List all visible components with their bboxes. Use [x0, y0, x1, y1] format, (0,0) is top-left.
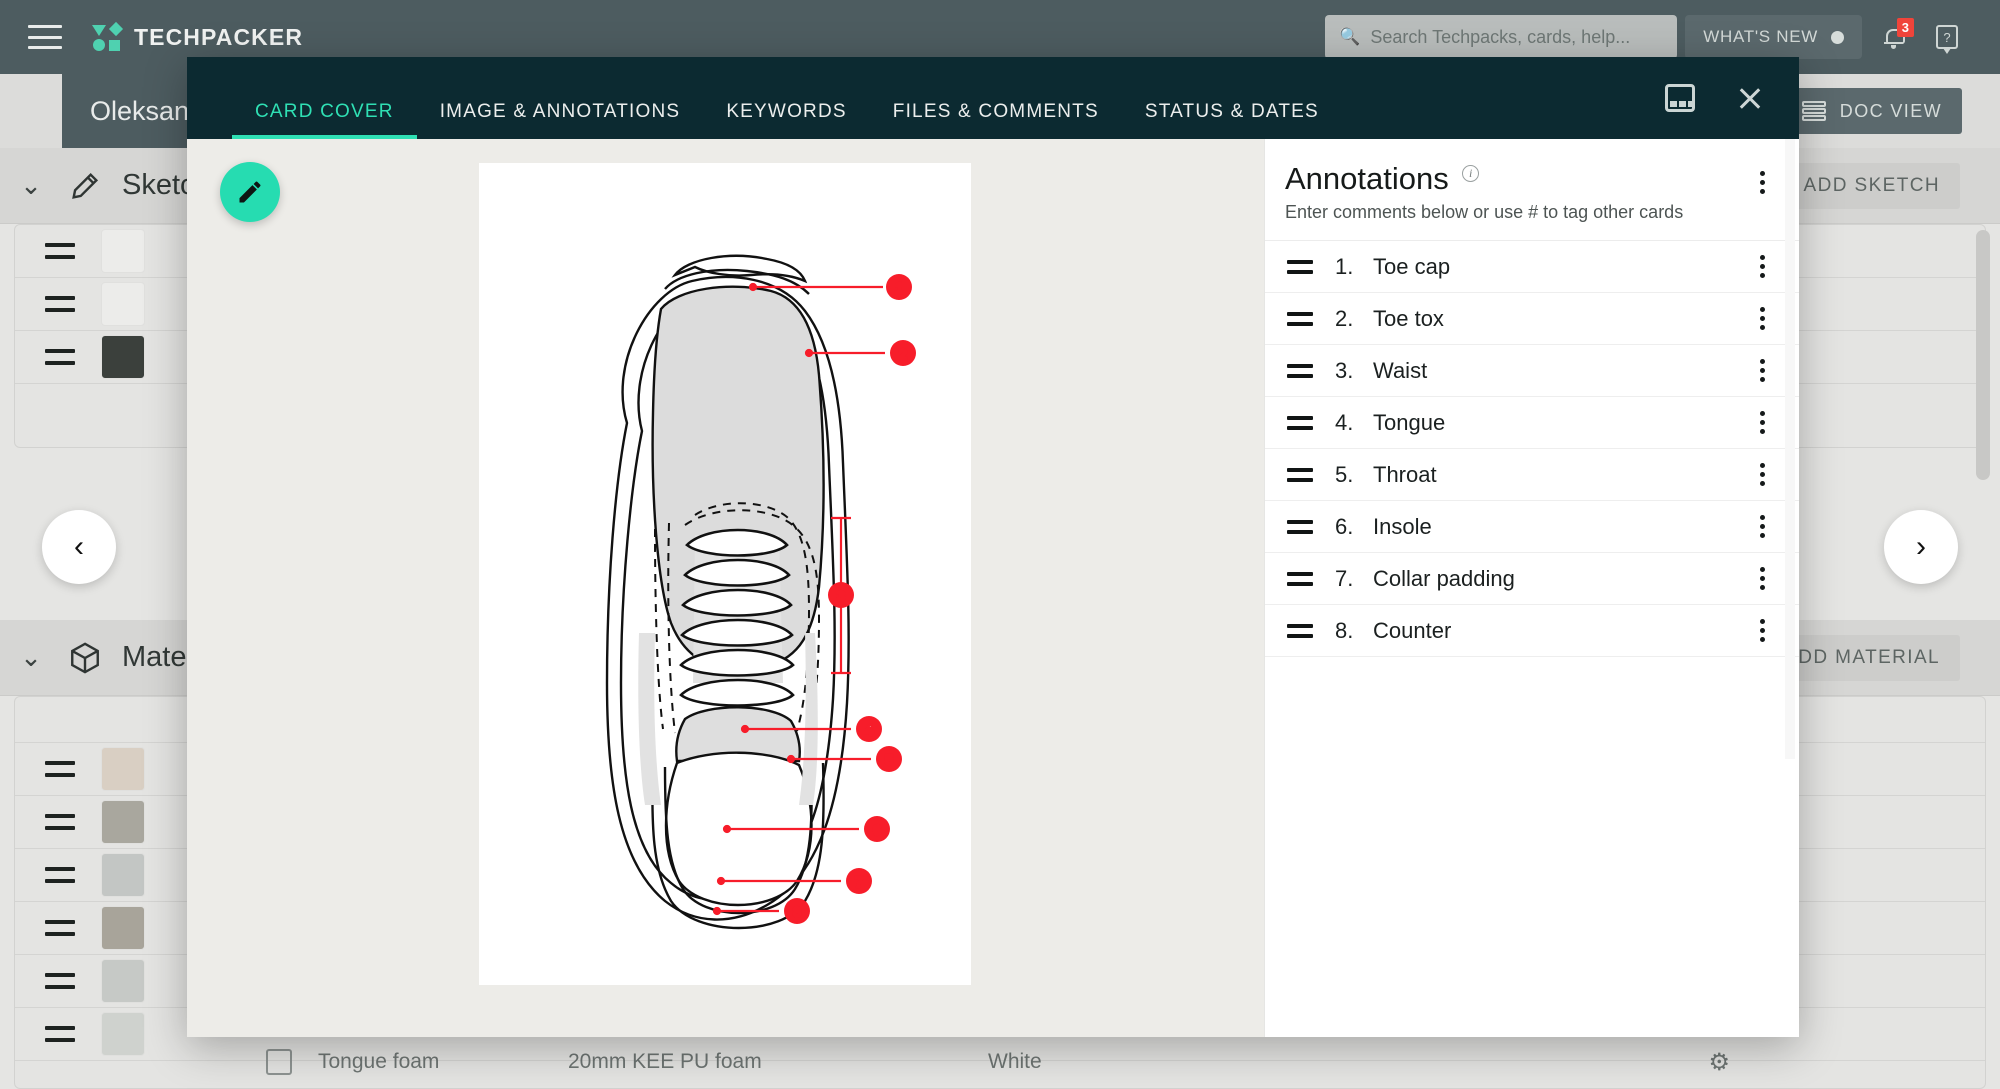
- annotation-menu-icon[interactable]: [1747, 359, 1777, 382]
- tab-card-cover[interactable]: CARD COVER: [232, 101, 417, 139]
- list-item[interactable]: 1. Toe cap: [1265, 241, 1799, 293]
- list-item[interactable]: 2. Toe tox: [1265, 293, 1799, 345]
- svg-text:1: 1: [895, 280, 903, 297]
- drag-handle-icon[interactable]: [1287, 416, 1313, 430]
- pencil-icon: [236, 178, 264, 206]
- prev-card-button[interactable]: ‹: [42, 510, 116, 584]
- close-icon[interactable]: [1735, 83, 1765, 113]
- next-card-button[interactable]: ›: [1884, 510, 1958, 584]
- annotations-list: 1. Toe cap 2. Toe tox 3. Waist: [1265, 241, 1799, 1037]
- svg-text:4: 4: [865, 722, 874, 739]
- annotation-label: Toe tox: [1373, 306, 1444, 332]
- list-item[interactable]: 7. Collar padding: [1265, 553, 1799, 605]
- svg-text:6: 6: [873, 822, 881, 839]
- info-icon[interactable]: i: [1462, 165, 1479, 182]
- annotation-number: 2.: [1335, 306, 1373, 332]
- drag-handle-icon[interactable]: [1287, 520, 1313, 534]
- annotation-label: Tongue: [1373, 410, 1445, 436]
- modal-header-actions: [1665, 57, 1765, 139]
- annotation-label: Throat: [1373, 462, 1437, 488]
- svg-text:3: 3: [837, 588, 845, 605]
- annotation-number: 7.: [1335, 566, 1373, 592]
- modal-tabs: CARD COVER IMAGE & ANNOTATIONS KEYWORDS …: [187, 57, 1342, 139]
- annotation-label: Collar padding: [1373, 566, 1515, 592]
- drag-handle-icon[interactable]: [1287, 572, 1313, 586]
- tab-keywords[interactable]: KEYWORDS: [703, 101, 869, 139]
- annotation-menu-icon[interactable]: [1747, 619, 1777, 642]
- annotations-panel: Annotations i Enter comments below or us…: [1264, 139, 1799, 1037]
- drag-handle-icon[interactable]: [1287, 364, 1313, 378]
- annotation-label: Waist: [1373, 358, 1427, 384]
- annotation-menu-icon[interactable]: [1747, 307, 1777, 330]
- tab-status-dates[interactable]: STATUS & DATES: [1122, 101, 1342, 139]
- sketch-canvas: 1 2 3 4 5: [187, 139, 1264, 1037]
- list-item[interactable]: 4. Tongue: [1265, 397, 1799, 449]
- annotations-scrollbar[interactable]: [1785, 139, 1795, 759]
- annotations-menu-icon[interactable]: [1747, 171, 1777, 194]
- modal-body: 1 2 3 4 5: [187, 139, 1799, 1037]
- tab-files-comments[interactable]: FILES & COMMENTS: [870, 101, 1122, 139]
- annotation-label: Counter: [1373, 618, 1451, 644]
- annotation-number: 6.: [1335, 514, 1373, 540]
- annotation-label: Insole: [1373, 514, 1432, 540]
- sketch-sheet[interactable]: 1 2 3 4 5: [479, 163, 971, 985]
- list-item[interactable]: 5. Throat: [1265, 449, 1799, 501]
- annotations-title: Annotations: [1285, 161, 1449, 197]
- annotation-label: Toe cap: [1373, 254, 1450, 280]
- annotation-number: 3.: [1335, 358, 1373, 384]
- annotation-menu-icon[interactable]: [1747, 411, 1777, 434]
- drag-handle-icon[interactable]: [1287, 624, 1313, 638]
- annotation-menu-icon[interactable]: [1747, 515, 1777, 538]
- annotation-number: 8.: [1335, 618, 1373, 644]
- list-item[interactable]: 8. Counter: [1265, 605, 1799, 657]
- annotations-header: Annotations i Enter comments below or us…: [1265, 139, 1799, 241]
- list-item[interactable]: 6. Insole: [1265, 501, 1799, 553]
- annotation-number: 1.: [1335, 254, 1373, 280]
- svg-text:7: 7: [855, 874, 863, 891]
- drag-handle-icon[interactable]: [1287, 260, 1313, 274]
- annotation-menu-icon[interactable]: [1747, 463, 1777, 486]
- sneaker-technical-drawing: 1 2 3 4 5: [479, 163, 971, 985]
- tab-image-annotations[interactable]: IMAGE & ANNOTATIONS: [417, 101, 704, 139]
- card-detail-modal: CARD COVER IMAGE & ANNOTATIONS KEYWORDS …: [187, 57, 1799, 1037]
- save-layout-icon[interactable]: [1665, 84, 1695, 112]
- modal-header: CARD COVER IMAGE & ANNOTATIONS KEYWORDS …: [187, 57, 1799, 139]
- drag-handle-icon[interactable]: [1287, 312, 1313, 326]
- svg-text:5: 5: [885, 752, 893, 769]
- annotations-subtitle: Enter comments below or use # to tag oth…: [1285, 202, 1771, 223]
- drag-handle-icon[interactable]: [1287, 468, 1313, 482]
- annotation-number: 5.: [1335, 462, 1373, 488]
- edit-sketch-button[interactable]: [220, 162, 280, 222]
- annotation-menu-icon[interactable]: [1747, 567, 1777, 590]
- svg-text:8: 8: [793, 904, 801, 921]
- list-item[interactable]: 3. Waist: [1265, 345, 1799, 397]
- annotation-number: 4.: [1335, 410, 1373, 436]
- svg-text:2: 2: [899, 346, 907, 363]
- annotation-menu-icon[interactable]: [1747, 255, 1777, 278]
